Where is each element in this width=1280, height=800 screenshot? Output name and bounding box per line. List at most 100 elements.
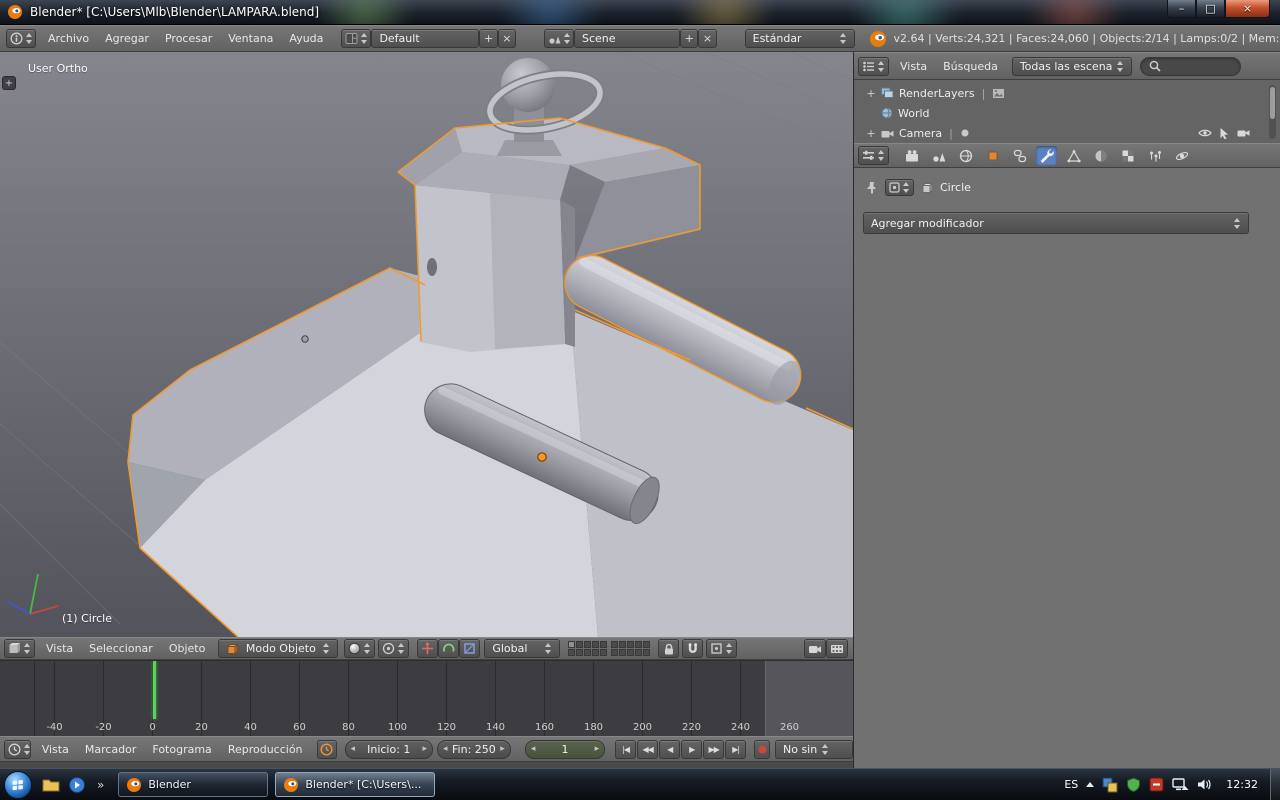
- tab-render[interactable]: [901, 146, 922, 165]
- outliner-search-input[interactable]: [1166, 60, 1232, 73]
- render-engine-select[interactable]: Estándar: [745, 29, 855, 48]
- menu-item[interactable]: Fotograma: [144, 743, 219, 756]
- manipulator-scale-button[interactable]: [459, 639, 480, 658]
- autokey-record-button[interactable]: [754, 740, 770, 759]
- window-titlebar[interactable]: Blender* [C:\Users\Mlb\Blender\LAMPARA.b…: [0, 0, 1280, 25]
- cursor-arrow-icon[interactable]: [1219, 127, 1230, 139]
- snap-toggle-button[interactable]: [682, 639, 703, 658]
- id-browse-button[interactable]: [885, 179, 914, 196]
- menu-item[interactable]: Búsqueda: [935, 60, 1006, 73]
- current-frame-indicator[interactable]: [153, 661, 156, 719]
- tray-antivirus-icon[interactable]: [1126, 777, 1141, 792]
- tab-modifiers[interactable]: [1036, 146, 1057, 165]
- quicklaunch-icon-1[interactable]: [40, 774, 62, 796]
- editor-type-button-info[interactable]: [6, 29, 36, 48]
- menu-item[interactable]: Archivo: [40, 32, 97, 45]
- increment-arrow-icon[interactable]: ▸: [595, 744, 600, 754]
- menu-item[interactable]: Vista: [38, 642, 81, 655]
- increment-arrow-icon[interactable]: ▸: [422, 744, 427, 754]
- menu-item[interactable]: Agregar: [97, 32, 157, 45]
- layers-group-1[interactable]: [568, 641, 607, 656]
- maximize-button[interactable]: □: [1196, 0, 1225, 18]
- windows-taskbar[interactable]: » Blender Blender* [C:\Users\... ES: [0, 768, 1280, 800]
- tray-volume-icon[interactable]: [1197, 778, 1212, 791]
- viewport-shading-select[interactable]: [344, 639, 375, 658]
- close-button[interactable]: ×: [1225, 0, 1270, 18]
- outliner-item-renderlayers[interactable]: + RenderLayers |: [854, 83, 1280, 103]
- mode-select[interactable]: Modo Objeto: [218, 639, 338, 658]
- editor-type-button-timeline[interactable]: [4, 740, 31, 759]
- render-anim-opengl-button[interactable]: [826, 639, 848, 658]
- end-frame-field[interactable]: ◂ Fin: 250 ▸: [437, 740, 511, 759]
- layers-group-2[interactable]: [611, 641, 650, 656]
- start-frame-field[interactable]: ◂ Inicio: 1 ▸: [345, 740, 433, 759]
- menu-item[interactable]: Marcador: [77, 743, 145, 756]
- av-sync-select[interactable]: No sin: [775, 740, 853, 759]
- menu-item[interactable]: Vista: [892, 60, 935, 73]
- taskbar-clock[interactable]: 12:32: [1226, 778, 1258, 791]
- 3d-viewport[interactable]: User Ortho (1) Circle +: [0, 52, 853, 637]
- tab-texture[interactable]: [1117, 146, 1138, 165]
- tab-constraints[interactable]: [1009, 146, 1030, 165]
- menu-item[interactable]: Ventana: [220, 32, 281, 45]
- pin-icon[interactable]: [866, 181, 878, 194]
- tray-language-bar-icon[interactable]: [1102, 777, 1118, 793]
- tab-physics[interactable]: [1171, 146, 1192, 165]
- playback-button[interactable]: ◀: [659, 740, 680, 759]
- show-desktop-button[interactable]: [1270, 769, 1280, 800]
- tab-scene[interactable]: [928, 146, 949, 165]
- tab-object-data[interactable]: [1063, 146, 1084, 165]
- layers-widget[interactable]: [568, 641, 650, 656]
- scene-browse-button[interactable]: [544, 29, 574, 48]
- remove-scene-button[interactable]: ×: [698, 29, 716, 48]
- current-frame-field[interactable]: ◂ 1 ▸: [525, 740, 605, 759]
- menu-item[interactable]: Reproducción: [220, 743, 311, 756]
- outliner-search-box[interactable]: [1140, 57, 1241, 76]
- decrement-arrow-icon[interactable]: ◂: [351, 744, 356, 754]
- tray-ati-icon[interactable]: [1149, 777, 1164, 792]
- add-layout-button[interactable]: +: [479, 29, 497, 48]
- tab-material[interactable]: [1090, 146, 1111, 165]
- menu-item[interactable]: Vista: [34, 743, 77, 756]
- add-scene-button[interactable]: +: [680, 29, 698, 48]
- editor-type-button-properties[interactable]: [858, 146, 889, 165]
- outliner-tree[interactable]: + RenderLayers | World +: [854, 80, 1280, 143]
- render-restrict-icon[interactable]: [1237, 127, 1250, 139]
- transform-orientation-select[interactable]: Global: [484, 639, 560, 658]
- snap-element-select[interactable]: [706, 639, 737, 658]
- tab-object[interactable]: [982, 146, 1003, 165]
- tray-network-icon[interactable]: [1172, 778, 1189, 792]
- expand-icon[interactable]: +: [866, 127, 876, 140]
- playback-button[interactable]: ▶|: [725, 740, 746, 759]
- render-opengl-button[interactable]: [804, 639, 826, 658]
- start-button[interactable]: [3, 770, 33, 800]
- playback-button[interactable]: ◀◀: [637, 740, 658, 759]
- taskbar-button-blender[interactable]: Blender: [118, 772, 268, 797]
- pivot-point-select[interactable]: [378, 639, 409, 658]
- remove-layout-button[interactable]: ×: [498, 29, 516, 48]
- scene-field[interactable]: Scene: [574, 29, 680, 48]
- outliner-item-camera[interactable]: + Camera |: [854, 123, 1280, 143]
- timeline-editor[interactable]: -40-200204060801001201401601802002202402…: [0, 660, 853, 736]
- manipulator-rotate-button[interactable]: [438, 639, 459, 658]
- playback-realtime-toggle[interactable]: [317, 740, 337, 759]
- menu-item[interactable]: Ayuda: [281, 32, 331, 45]
- menu-item[interactable]: Objeto: [161, 642, 214, 655]
- tab-world[interactable]: [955, 146, 976, 165]
- playback-button[interactable]: |◀: [615, 740, 636, 759]
- outliner-scope-select[interactable]: Todas las escena: [1012, 57, 1133, 76]
- editor-type-button-view3d[interactable]: [4, 639, 35, 658]
- menu-item[interactable]: Seleccionar: [81, 642, 161, 655]
- quicklaunch-overflow[interactable]: »: [97, 778, 104, 792]
- taskbar-button-blender-active[interactable]: Blender* [C:\Users\...: [275, 772, 435, 797]
- minimize-button[interactable]: –: [1167, 0, 1196, 18]
- add-modifier-dropdown[interactable]: Agregar modificador: [863, 212, 1249, 234]
- outliner-item-world[interactable]: World: [854, 103, 1280, 123]
- playback-button[interactable]: ▶: [681, 740, 702, 759]
- menu-item[interactable]: Procesar: [157, 32, 220, 45]
- decrement-arrow-icon[interactable]: ◂: [531, 744, 536, 754]
- eye-icon[interactable]: [1198, 127, 1212, 139]
- language-indicator[interactable]: ES: [1064, 778, 1078, 791]
- playback-button[interactable]: ▶▶: [703, 740, 724, 759]
- toolshelf-expand-button[interactable]: +: [2, 76, 16, 90]
